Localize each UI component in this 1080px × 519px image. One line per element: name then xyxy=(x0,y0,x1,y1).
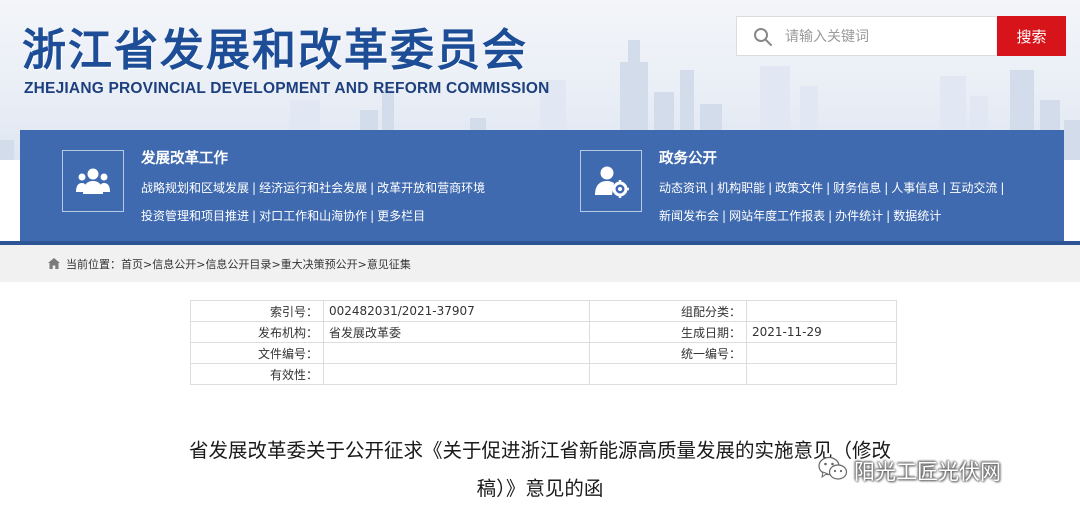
nav-separator: | xyxy=(252,209,257,223)
home-icon xyxy=(48,258,60,269)
breadcrumb-info-disclosure[interactable]: 信息公开 xyxy=(152,258,196,271)
breadcrumb: 当前位置：首页>信息公开>信息公开目录>重大决策预公开>意见征集 xyxy=(66,256,411,272)
nav-link-interaction[interactable]: 互动交流 xyxy=(949,181,997,195)
nav-link-more-columns[interactable]: 更多栏目 xyxy=(377,209,425,223)
site-subtitle: ZHEJIANG PROVINCIAL DEVELOPMENT AND REFO… xyxy=(24,80,550,97)
breadcrumb-separator: > xyxy=(357,258,367,271)
nav-link-strategic-planning[interactable]: 战略规划和区域发展 xyxy=(141,181,249,195)
breadcrumb-bar: 当前位置：首页>信息公开>信息公开目录>重大决策预公开>意见征集 xyxy=(0,245,1080,282)
breadcrumb-prefix: 当前位置： xyxy=(66,258,121,271)
user-gear-icon xyxy=(595,166,629,198)
nav-link-data-statistics[interactable]: 数据统计 xyxy=(893,209,941,223)
nav-separator: | xyxy=(886,209,891,223)
nav-title-development-work[interactable]: 发展改革工作 xyxy=(141,147,228,168)
nav-separator: | xyxy=(370,181,375,195)
table-row: 文件编号： 统一编号： xyxy=(190,342,897,364)
nav-separator: | xyxy=(722,209,727,223)
breadcrumb-separator: > xyxy=(271,258,281,271)
main-nav-panel: 发展改革工作 战略规划和区域发展 | 经济运行和社会发展 | 改革开放和营商环境 投资管… xyxy=(20,130,1064,241)
nav-links-government-affairs: 动态资讯 | 机构职能 | 政策文件 | 财务信息 | 人事信息 | 互动交流 | 新闻发布会 | 网站年… xyxy=(659,174,1059,230)
nav-link-investment-management[interactable]: 投资管理和项目推进 xyxy=(141,209,249,223)
unified-number-label: 统一编号： xyxy=(589,342,747,364)
document-number-value xyxy=(323,342,590,364)
nav-separator: | xyxy=(370,209,375,223)
nav-links-development-work: 战略规划和区域发展 | 经济运行和社会发展 | 改革开放和营商环境 投资管理和项目推进 |… xyxy=(141,174,541,230)
wechat-logo-icon xyxy=(818,456,848,480)
breadcrumb-separator: > xyxy=(143,258,153,271)
empty-cell xyxy=(746,363,897,385)
publisher-value: 省发展改革委 xyxy=(323,321,590,343)
nav-separator: | xyxy=(828,209,833,223)
nav-separator: | xyxy=(768,181,773,195)
nav-separator: | xyxy=(252,181,257,195)
table-row: 有效性： xyxy=(190,363,897,385)
unified-number-value xyxy=(746,342,897,364)
empty-cell xyxy=(589,363,747,385)
search-button[interactable]: 搜索 xyxy=(997,16,1066,56)
category-label: 组配分类： xyxy=(589,300,747,322)
breadcrumb-major-decisions[interactable]: 重大决策预公开 xyxy=(281,258,358,271)
nav-link-policy-documents[interactable]: 政策文件 xyxy=(775,181,823,195)
document-number-label: 文件编号： xyxy=(190,342,324,364)
table-row: 发布机构： 省发展改革委 生成日期： 2021-11-29 xyxy=(190,321,897,343)
validity-value xyxy=(323,363,590,385)
nav-separator: | xyxy=(884,181,889,195)
search-box xyxy=(736,16,996,56)
nav-link-economic-operation[interactable]: 经济运行和社会发展 xyxy=(259,181,367,195)
breadcrumb-opinion-solicitation[interactable]: 意见征集 xyxy=(367,258,411,271)
date-label: 生成日期： xyxy=(589,321,747,343)
category-value xyxy=(746,300,897,322)
index-number-label: 索引号： xyxy=(190,300,324,322)
nav-separator: | xyxy=(710,181,715,195)
table-row: 索引号： 002482031/2021-37907 组配分类： xyxy=(190,300,897,322)
watermark-text: 阳光工匠光伏网 xyxy=(854,460,1001,484)
nav-separator: | xyxy=(1000,181,1005,195)
nav-link-annual-report[interactable]: 网站年度工作报表 xyxy=(729,209,825,223)
nav-section-development-work: 发展改革工作 战略规划和区域发展 | 经济运行和社会发展 | 改革开放和营商环境 投资管… xyxy=(20,130,540,241)
nav-link-personnel-info[interactable]: 人事信息 xyxy=(891,181,939,195)
nav-link-press-conference[interactable]: 新闻发布会 xyxy=(659,209,719,223)
nav-link-reform-opening[interactable]: 改革开放和营商环境 xyxy=(377,181,485,195)
nav-link-case-statistics[interactable]: 办件统计 xyxy=(835,209,883,223)
nav-separator: | xyxy=(942,181,947,195)
nav-section-government-affairs: 政务公开 动态资讯 | 机构职能 | 政策文件 | 财务信息 | 人事信息 | 互动交流 | 新闻发布… xyxy=(538,130,1064,241)
nav-link-news[interactable]: 动态资讯 xyxy=(659,181,707,195)
breadcrumb-home[interactable]: 首页 xyxy=(121,258,143,271)
breadcrumb-info-catalog[interactable]: 信息公开目录 xyxy=(205,258,271,271)
nav-link-functions[interactable]: 机构职能 xyxy=(717,181,765,195)
nav-link-financial-info[interactable]: 财务信息 xyxy=(833,181,881,195)
publisher-label: 发布机构： xyxy=(190,321,324,343)
index-number-value: 002482031/2021-37907 xyxy=(323,300,590,322)
nav-link-counterpart-work[interactable]: 对口工作和山海协作 xyxy=(259,209,367,223)
nav-icon-box xyxy=(62,150,124,212)
validity-label: 有效性： xyxy=(190,363,324,385)
site-title: 浙江省发展和改革委员会 xyxy=(22,25,528,76)
document-metadata-table: 索引号： 002482031/2021-37907 组配分类： 发布机构： 省发… xyxy=(190,300,897,385)
date-value: 2021-11-29 xyxy=(746,321,897,343)
people-group-icon xyxy=(76,168,110,194)
search-icon xyxy=(754,28,772,46)
nav-separator: | xyxy=(826,181,831,195)
nav-title-government-affairs[interactable]: 政务公开 xyxy=(659,147,717,168)
search-input[interactable] xyxy=(783,23,987,51)
nav-icon-box xyxy=(580,150,642,212)
